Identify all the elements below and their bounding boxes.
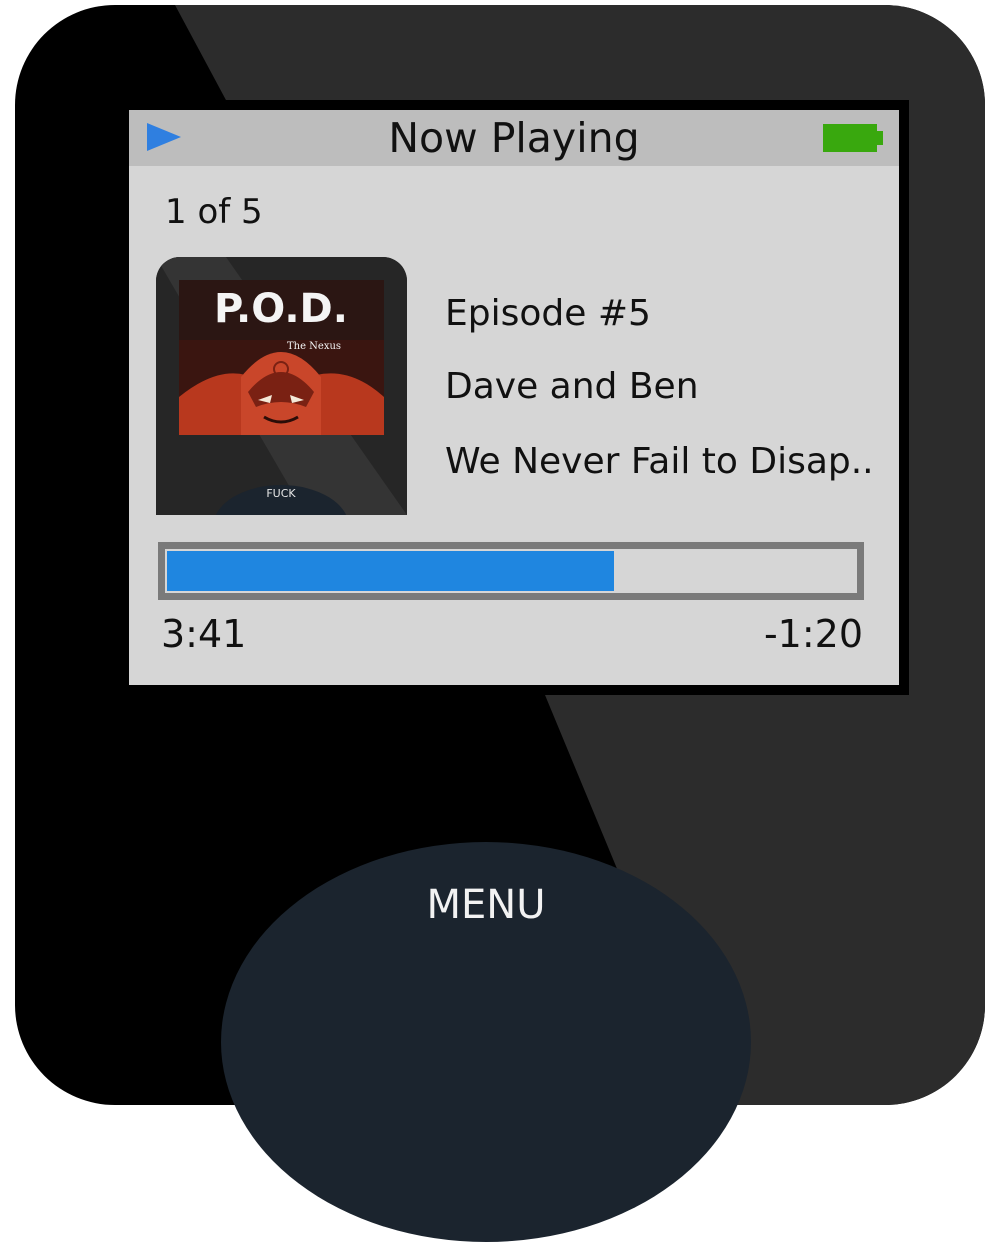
- menu-button[interactable]: MENU: [221, 882, 751, 928]
- battery-body: [823, 124, 877, 152]
- album-name: We Never Fail to Disap..: [445, 441, 874, 482]
- progress-bar[interactable]: [158, 542, 864, 600]
- album-caption: FUCK: [266, 487, 296, 500]
- remaining-time: -1:20: [763, 612, 863, 656]
- status-bar: Now Playing: [129, 110, 899, 166]
- screen-title: Now Playing: [388, 114, 640, 162]
- battery-icon: [823, 124, 883, 152]
- battery-tip: [877, 131, 883, 145]
- progress-fill: [167, 551, 614, 591]
- screen-frame: Now Playing 1 of 5 P.O.D. The Nexus FUCK…: [119, 100, 909, 695]
- artist-name: Dave and Ben: [445, 366, 699, 407]
- album-band-name: P.O.D.: [214, 286, 348, 332]
- episode-title: Episode #5: [445, 293, 651, 334]
- track-counter: 1 of 5: [165, 192, 263, 232]
- now-playing-screen: Now Playing 1 of 5 P.O.D. The Nexus FUCK…: [129, 110, 899, 685]
- album-subtitle: The Nexus: [287, 341, 341, 352]
- elapsed-time: 3:41: [161, 612, 247, 656]
- album-art: P.O.D. The Nexus FUCK: [156, 257, 407, 515]
